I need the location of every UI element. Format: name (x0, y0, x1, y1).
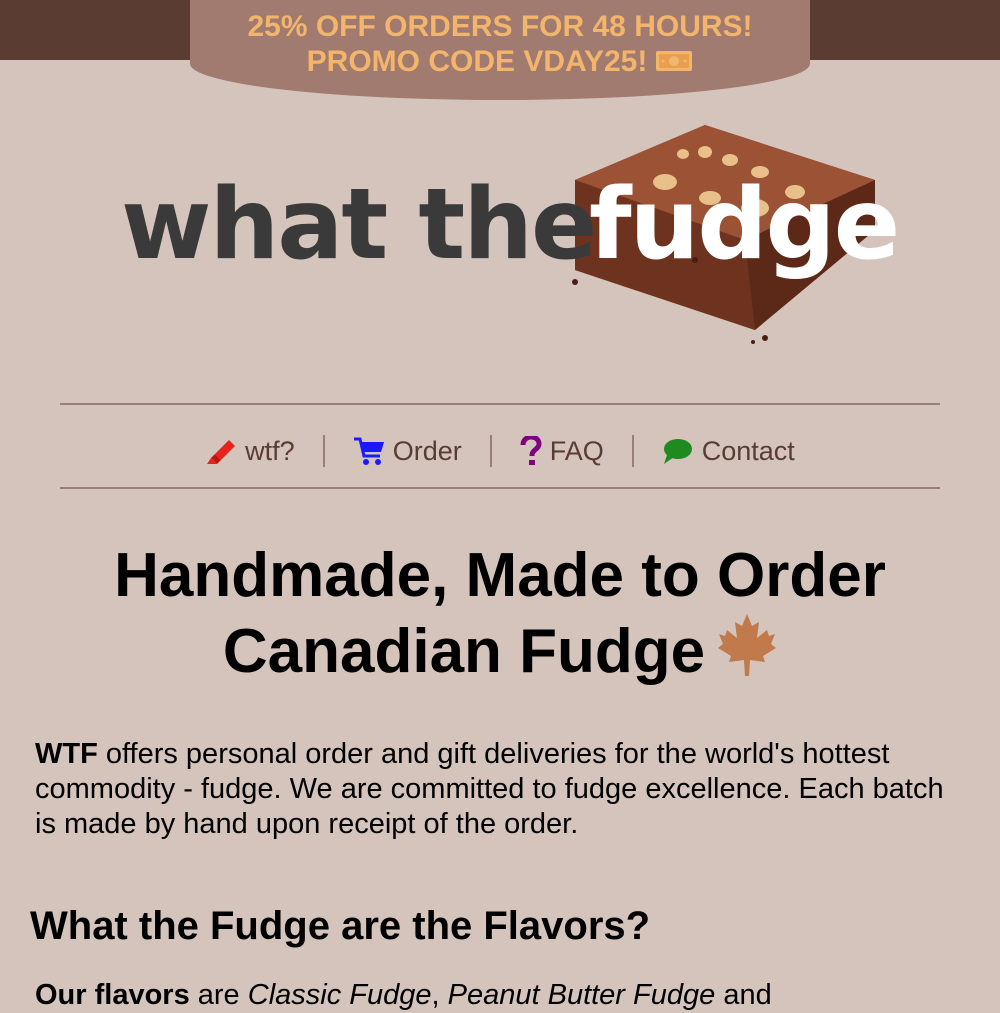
nav-bottom-divider (60, 487, 940, 489)
cart-icon (353, 437, 384, 465)
page-title-line-2: Canadian Fudge (222, 617, 706, 686)
site-logo[interactable]: what the fudge (115, 120, 900, 350)
intro-paragraph: WTF offers personal order and gift deliv… (35, 737, 970, 842)
flavors-lead: Our flavors (35, 979, 190, 1011)
nav-item-faq[interactable]: FAQ (492, 436, 632, 467)
logo-text-right: fudge (589, 168, 900, 282)
nav-item-order[interactable]: Order (325, 436, 490, 467)
nav-label-order: Order (392, 435, 462, 466)
promo-code-text: PROMO CODE VDAY25! (306, 45, 648, 78)
promo-line-2: PROMO CODE VDAY25! (190, 44, 810, 79)
marker-icon (207, 440, 236, 464)
flavors-connector: are (189, 979, 248, 1011)
money-icon (656, 51, 693, 71)
nav-label-wtf: wtf? (245, 435, 295, 466)
flavors-paragraph: Our flavors are Classic Fudge, Peanut Bu… (35, 978, 970, 1013)
logo-text-left: what the (121, 168, 597, 282)
question-icon (520, 436, 542, 465)
intro-text: offers personal order and gift deliverie… (35, 738, 944, 840)
speech-bubble-icon (663, 439, 692, 464)
flavor-peanut-butter: Peanut Butter Fudge (447, 979, 716, 1011)
nav-label-faq: FAQ (549, 435, 604, 466)
flavor-classic: Classic Fudge (247, 979, 432, 1011)
nav-item-contact[interactable]: Contact (634, 436, 823, 467)
main-nav: wtf? Order FAQ Contact (0, 425, 1000, 477)
nav-top-divider (60, 403, 940, 405)
brand-name: WTF (35, 738, 98, 770)
flavors-separator: , (431, 979, 448, 1011)
flavors-heading: What the Fudge are the Flavors? (30, 904, 651, 948)
page-title-line-1: Handmade, Made to Order (114, 541, 886, 610)
promo-line-1: 25% OFF ORDERS FOR 48 HOURS! (247, 10, 753, 43)
maple-leaf-icon (718, 614, 777, 676)
page-title: Handmade, Made to Order Canadian Fudge (0, 540, 1000, 688)
flavors-tail: and (715, 979, 772, 1011)
nav-label-contact: Contact (701, 435, 795, 466)
promo-banner: 25% OFF ORDERS FOR 48 HOURS! PROMO CODE … (190, 0, 810, 100)
nav-item-wtf[interactable]: wtf? (177, 436, 323, 467)
